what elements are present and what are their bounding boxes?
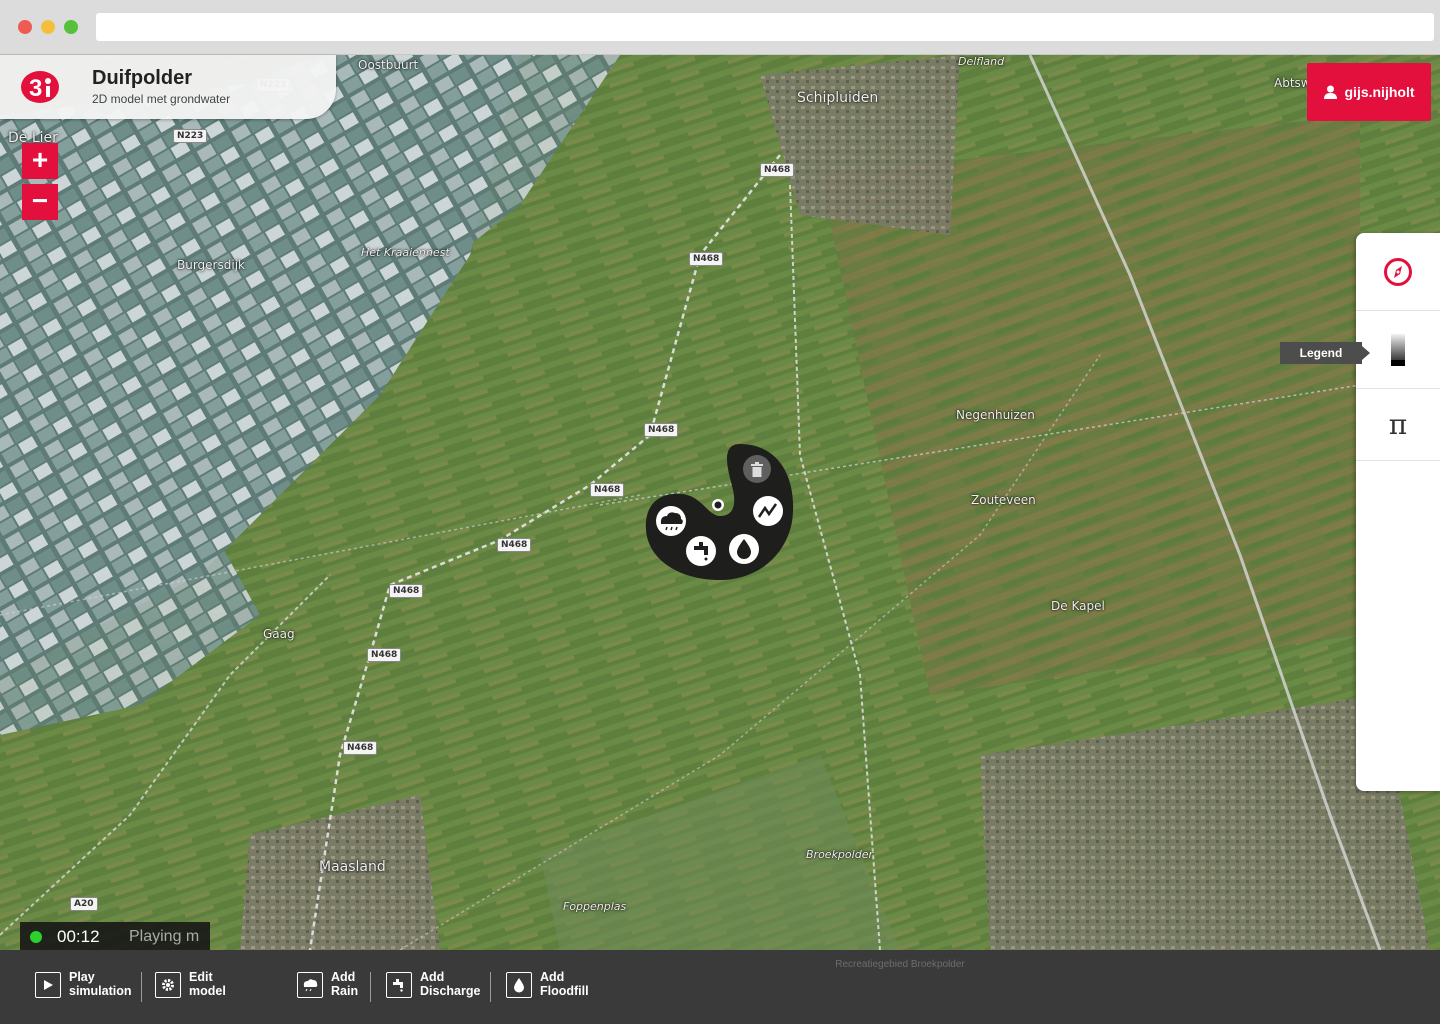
user-icon xyxy=(1323,85,1337,99)
rain-label-line2: Rain xyxy=(331,984,359,998)
road-number-label: A20 xyxy=(70,897,98,911)
radial-context-menu xyxy=(645,444,794,580)
map-place-label: Het Kraaiennest xyxy=(361,246,450,259)
zoom-in-button[interactable]: + xyxy=(22,143,58,179)
simulation-status: Playing m xyxy=(129,928,200,945)
road-number-label: N468 xyxy=(689,252,724,266)
road-number-label: N468 xyxy=(497,538,532,552)
browser-chrome xyxy=(0,0,1440,55)
address-bar[interactable] xyxy=(96,13,1434,41)
toolbar-divider xyxy=(370,972,371,1002)
edit-model-button[interactable]: Edit model xyxy=(155,970,226,998)
user-account-button[interactable]: gijs.nijholt xyxy=(1307,63,1431,121)
road-number-label: N468 xyxy=(644,423,679,437)
delete-icon xyxy=(751,462,763,477)
legend-tooltip: Legend xyxy=(1280,342,1370,364)
map-place-label: De Kapel xyxy=(1051,599,1105,613)
play-label-line2: simulation xyxy=(69,984,132,998)
map-place-label: Gaag xyxy=(263,627,295,641)
close-window-button[interactable] xyxy=(18,20,32,34)
rain-cloud-icon xyxy=(297,972,323,998)
map-place-label: Oostbuurt xyxy=(358,58,419,72)
play-simulation-button[interactable]: Play simulation xyxy=(35,970,132,998)
compass-button[interactable] xyxy=(1356,233,1440,311)
discharge-label-line2: Discharge xyxy=(420,984,481,998)
map-place-label: Negenhuizen xyxy=(956,408,1035,422)
zoom-out-button[interactable]: − xyxy=(22,184,58,220)
play-icon xyxy=(35,972,61,998)
add-floodfill-button[interactable]: Add Floodfill xyxy=(506,970,589,998)
simulation-timer: 00:12 Playing m xyxy=(20,922,210,952)
pi-icon: π xyxy=(1388,408,1408,441)
road-number-label: N223 xyxy=(173,129,208,143)
floodfill-label-line2: Floodfill xyxy=(540,984,589,998)
legend-gradient-icon xyxy=(1391,333,1405,366)
right-tool-panel: π xyxy=(1356,233,1440,791)
floodfill-label-line1: Add xyxy=(540,970,565,984)
status-indicator-icon xyxy=(30,931,42,943)
map-place-label: Burgersdijk xyxy=(177,258,245,272)
road-number-label: N468 xyxy=(343,741,378,755)
drop-icon xyxy=(506,972,532,998)
model-title-card: 3 Duifpolder 2D model met grondwater xyxy=(0,55,336,119)
svg-text:3: 3 xyxy=(29,75,42,102)
road-number-label: N468 xyxy=(760,163,795,177)
play-label-line1: Play xyxy=(69,970,95,984)
add-rain-radial-button[interactable] xyxy=(656,506,686,536)
maximize-window-button[interactable] xyxy=(64,20,78,34)
tap-icon xyxy=(386,972,412,998)
map-place-label: Schipluiden xyxy=(797,90,879,106)
toolbar-divider xyxy=(490,972,491,1002)
road-number-label: N468 xyxy=(389,584,424,598)
map-place-label: Zouteveen xyxy=(971,493,1036,507)
toolbar-divider xyxy=(141,972,142,1002)
compass-icon xyxy=(1384,257,1412,286)
model-subtitle: 2D model met grondwater xyxy=(92,92,231,106)
map-place-label: Foppenplas xyxy=(563,900,627,913)
gear-icon xyxy=(155,972,181,998)
edit-label-line2: model xyxy=(189,984,226,998)
edit-label-line1: Edit xyxy=(189,970,213,984)
minimize-window-button[interactable] xyxy=(41,20,55,34)
road-number-label: N468 xyxy=(367,648,402,662)
road-number-label: N468 xyxy=(590,483,625,497)
discharge-label-line1: Add xyxy=(420,970,445,984)
map-place-label: Maasland xyxy=(319,859,386,875)
simulation-time: 00:12 xyxy=(57,927,100,946)
add-discharge-radial-button[interactable] xyxy=(686,536,716,566)
3di-logo: 3 xyxy=(21,71,59,103)
username-label: gijs.nijholt xyxy=(1344,84,1415,100)
delete-button[interactable] xyxy=(743,455,771,483)
map-click-point xyxy=(712,499,724,511)
rain-label-line1: Add xyxy=(331,970,356,984)
map-place-label: Broekpolder xyxy=(806,848,873,861)
add-rain-button[interactable]: Add Rain xyxy=(297,970,358,998)
pi-calculations-button[interactable]: π xyxy=(1356,389,1440,461)
graph-radial-button[interactable] xyxy=(753,496,783,526)
add-discharge-button[interactable]: Add Discharge xyxy=(386,970,480,998)
bottom-toolbar: Play simulation Edit model Add Rain Add Disc… xyxy=(0,950,1440,1024)
map-place-label: Delfland xyxy=(958,55,1005,68)
map-place-label: Abtsw xyxy=(1274,76,1311,90)
add-floodfill-radial-button[interactable] xyxy=(729,534,759,564)
faded-map-label: Recreatiegebied Broekpolder xyxy=(835,959,965,970)
model-title: Duifpolder xyxy=(92,67,192,89)
